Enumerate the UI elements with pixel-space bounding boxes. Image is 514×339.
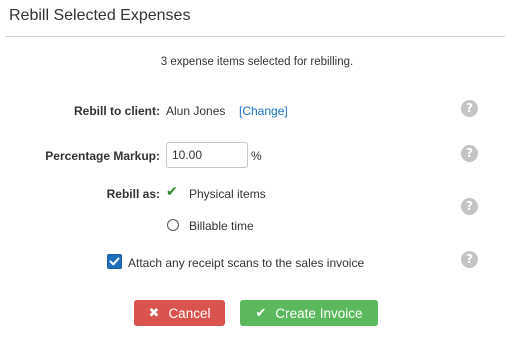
title-divider	[6, 36, 505, 37]
client-name: Alun Jones	[166, 104, 226, 118]
rebill-client-label: Rebill to client:	[73, 104, 160, 118]
checkmark-icon	[109, 257, 120, 266]
selection-summary: 3 expense items selected for rebilling.	[160, 56, 354, 68]
cancel-button[interactable]: ✖ Cancel	[134, 300, 225, 326]
billable-time-radio[interactable]	[167, 219, 179, 231]
create-invoice-button-label: Create Invoice	[275, 305, 363, 321]
rebill-dialog: Rebill Selected Expenses 3 expense items…	[0, 0, 514, 339]
attach-receipts-label[interactable]: Attach any receipt scans to the sales in…	[128, 256, 364, 270]
attach-receipts-checkbox[interactable]	[107, 254, 122, 269]
help-icon-rebill-as[interactable]: ?	[461, 198, 478, 215]
option-billable-time[interactable]: Billable time	[189, 219, 254, 233]
create-invoice-button[interactable]: ✔ Create Invoice	[240, 300, 378, 326]
option-physical-items[interactable]: Physical items	[189, 187, 266, 201]
help-icon-client[interactable]: ?	[461, 100, 478, 117]
rebill-as-label: Rebill as:	[106, 187, 160, 201]
change-client-link[interactable]: [Change]	[239, 104, 288, 118]
physical-items-check-icon[interactable]: ✔	[166, 184, 178, 200]
markup-input[interactable]	[166, 142, 248, 168]
markup-unit: %	[251, 149, 262, 163]
help-icon-markup[interactable]: ?	[461, 145, 478, 162]
cancel-button-label: Cancel	[168, 305, 211, 321]
dialog-title: Rebill Selected Expenses	[9, 7, 191, 24]
markup-label: Percentage Markup:	[45, 149, 160, 163]
close-icon: ✖	[148, 305, 160, 321]
check-icon: ✔	[255, 305, 267, 321]
help-icon-attach[interactable]: ?	[461, 251, 478, 268]
